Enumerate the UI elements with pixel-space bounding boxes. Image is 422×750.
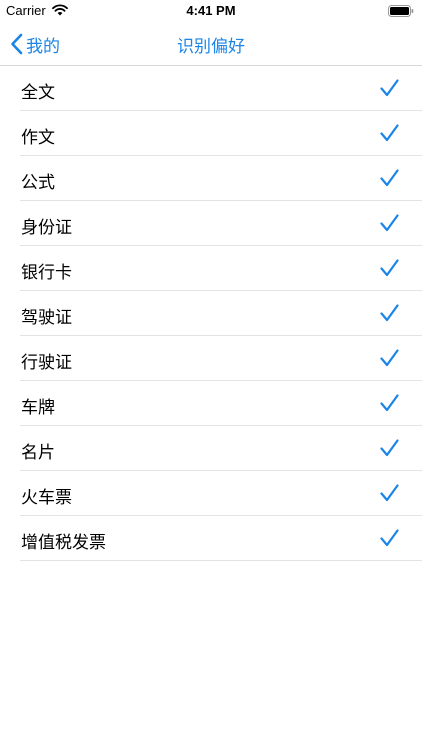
preference-label: 驾驶证 [21, 308, 72, 328]
preference-row[interactable]: 公式 [0, 156, 422, 201]
navigation-bar: 我的 识别偏好 [0, 22, 422, 66]
preference-label: 行驶证 [21, 353, 72, 373]
checkmark-icon [380, 214, 399, 232]
preference-label: 银行卡 [21, 263, 72, 283]
preference-list: 全文 作文 公式 身份证 银行卡 驾驶证 行驶证 车牌 名片 火车票 增值税发票 [0, 66, 422, 561]
checkmark-icon [380, 484, 399, 502]
checkmark-icon [380, 439, 399, 457]
preference-row[interactable]: 身份证 [0, 201, 422, 246]
checkmark-icon [380, 79, 399, 97]
status-time: 4:41 PM [186, 3, 236, 18]
checkmark-icon [380, 349, 399, 367]
preference-label: 车牌 [21, 398, 55, 418]
preference-row[interactable]: 名片 [0, 426, 422, 471]
preference-row[interactable]: 增值税发票 [0, 516, 422, 561]
preference-row[interactable]: 全文 [0, 66, 422, 111]
preference-row[interactable]: 火车票 [0, 471, 422, 516]
preference-row[interactable]: 驾驶证 [0, 291, 422, 336]
preference-label: 火车票 [21, 488, 72, 508]
preference-label: 全文 [21, 83, 55, 103]
preference-label: 公式 [21, 173, 55, 193]
preference-label: 增值税发票 [21, 533, 106, 553]
preference-row[interactable]: 作文 [0, 111, 422, 156]
battery-icon [388, 5, 414, 17]
preference-label: 名片 [21, 443, 55, 463]
checkmark-icon [380, 304, 399, 322]
preference-row[interactable]: 银行卡 [0, 246, 422, 291]
checkmark-icon [380, 169, 399, 187]
checkmark-icon [380, 394, 399, 412]
preference-row[interactable]: 行驶证 [0, 336, 422, 381]
preference-label: 作文 [21, 128, 55, 148]
checkmark-icon [380, 529, 399, 547]
status-bar: Carrier 4:41 PM [0, 0, 422, 22]
checkmark-icon [380, 124, 399, 142]
preference-row[interactable]: 车牌 [0, 381, 422, 426]
page-title: 识别偏好 [177, 37, 245, 57]
checkmark-icon [380, 259, 399, 277]
preference-label: 身份证 [21, 218, 72, 238]
